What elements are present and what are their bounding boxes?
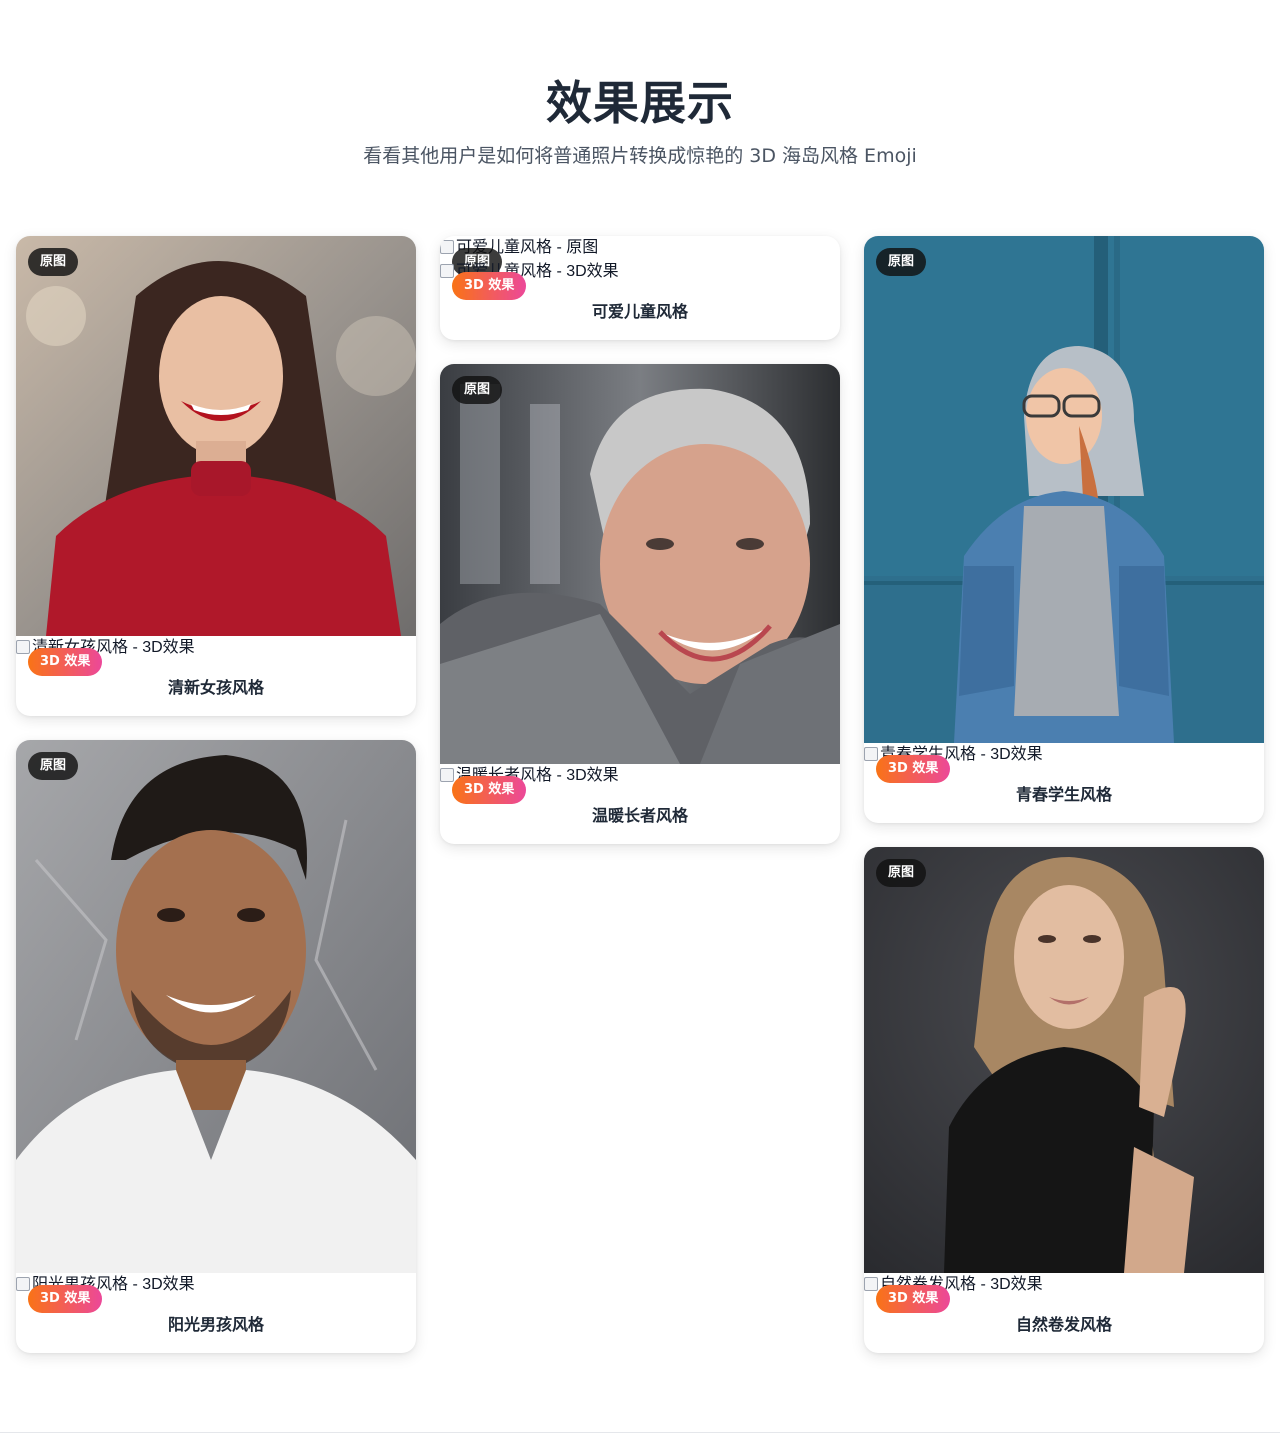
broken-image-icon xyxy=(440,768,454,782)
section-divider xyxy=(0,1432,1280,1433)
badge-3d-effect: 3D 效果 xyxy=(452,272,527,300)
badge-original: 原图 xyxy=(28,248,79,276)
gallery-card-fresh-girl[interactable]: 原图 清新女孩风格 - 3D效果 3D 效果 清新女孩风格 xyxy=(16,236,416,716)
broken-image-icon xyxy=(864,747,878,761)
badge-original: 原图 xyxy=(876,248,927,276)
card-caption: 自然卷发风格 xyxy=(1015,1315,1112,1334)
gallery-card-warm-elder[interactable]: 原图 温暖长者风格 - 3D效果 3D 效果 温暖长者风格 xyxy=(440,364,840,844)
badge-3d-effect: 3D 效果 xyxy=(28,648,103,676)
gallery-card-cute-child[interactable]: 可爱儿童风格 - 原图 原图 可爱儿童风格 - 3D效果 3D 效果 可爱儿童风… xyxy=(440,236,840,340)
gallery-card-sunny-boy[interactable]: 原图 阳光男孩风格 - 3D效果 3D 效果 阳光男孩风格 xyxy=(16,740,416,1353)
gallery-card-youth-student[interactable]: 原图 青春学生风格 - 3D效果 3D 效果 青春学生风格 xyxy=(864,236,1264,823)
badge-original: 原图 xyxy=(452,376,503,404)
broken-image-icon xyxy=(16,1277,30,1291)
badge-3d-effect: 3D 效果 xyxy=(876,1285,951,1313)
original-photo xyxy=(440,364,840,764)
badge-3d-effect: 3D 效果 xyxy=(28,1285,103,1313)
card-caption: 青春学生风格 xyxy=(1015,785,1112,804)
badge-original: 原图 xyxy=(876,859,927,887)
card-caption: 清新女孩风格 xyxy=(167,678,264,697)
badge-3d-effect: 3D 效果 xyxy=(452,776,527,804)
original-photo xyxy=(864,847,1264,1273)
card-caption: 温暖长者风格 xyxy=(591,806,688,825)
broken-image-icon xyxy=(864,1277,878,1291)
card-caption: 阳光男孩风格 xyxy=(167,1315,264,1334)
badge-original: 原图 xyxy=(28,752,79,780)
gallery-card-natural-curls[interactable]: 原图 自然卷发风格 - 3D效果 3D 效果 自然卷发风格 xyxy=(864,847,1264,1353)
original-photo xyxy=(16,740,416,1273)
page-subtitle: 看看其他用户是如何将普通照片转换成惊艳的 3D 海岛风格 Emoji xyxy=(363,145,917,167)
broken-image-icon xyxy=(16,640,30,654)
gallery-header: 效果展示 看看其他用户是如何将普通照片转换成惊艳的 3D 海岛风格 Emoji xyxy=(0,72,1280,170)
original-photo xyxy=(16,236,416,636)
card-caption: 可爱儿童风格 xyxy=(591,302,688,321)
original-photo xyxy=(864,236,1264,743)
badge-3d-effect: 3D 效果 xyxy=(876,755,951,783)
broken-image-icon xyxy=(440,240,454,254)
page-title: 效果展示 xyxy=(546,76,734,130)
broken-image-icon xyxy=(440,264,454,278)
